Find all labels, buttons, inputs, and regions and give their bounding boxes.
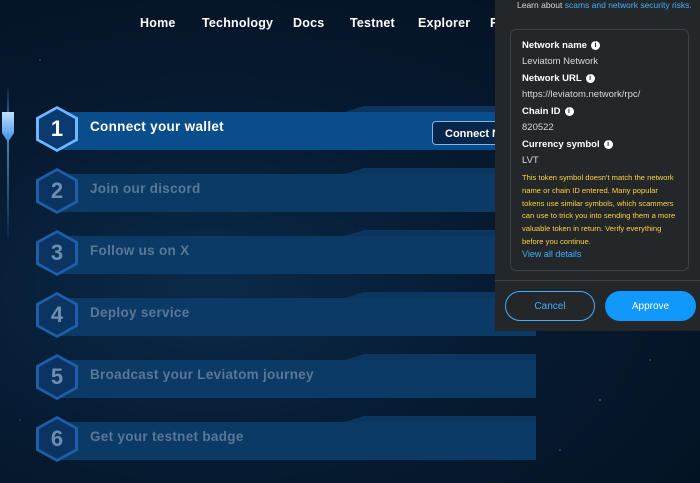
step-label: Deploy service bbox=[90, 305, 190, 320]
token-symbol-warning: This token symbol doesn't match the netw… bbox=[522, 173, 676, 246]
network-url-value: https://leviatom.network/rpc/ bbox=[522, 89, 641, 100]
nav-docs[interactable]: Docs bbox=[293, 16, 324, 30]
nav-explorer[interactable]: Explorer bbox=[418, 16, 470, 30]
cancel-button[interactable]: Cancel bbox=[505, 291, 595, 321]
chain-id-value: 820522 bbox=[522, 122, 554, 133]
step-number: 3 bbox=[39, 233, 75, 273]
currency-symbol-label: Currency symbol i bbox=[522, 139, 613, 150]
step-label: Follow us on X bbox=[90, 243, 190, 258]
network-name-label: Network name i bbox=[522, 40, 600, 51]
step-label: Connect your wallet bbox=[90, 119, 224, 134]
info-icon[interactable]: i bbox=[585, 74, 595, 83]
step-band-edge bbox=[58, 292, 536, 298]
network-details-card: Network name i Leviatom Network Network U… bbox=[510, 29, 689, 271]
step-number: 4 bbox=[39, 295, 75, 335]
security-notice-text: Learn about bbox=[517, 0, 565, 10]
step-number: 5 bbox=[39, 357, 75, 397]
security-notice: Learn about scams and network security r… bbox=[517, 0, 692, 10]
step-number: 6 bbox=[39, 419, 75, 459]
step-join-discord[interactable]: 2 Join our discord bbox=[0, 168, 536, 226]
approve-button[interactable]: Approve bbox=[605, 291, 696, 321]
step-testnet-badge[interactable]: 6 Get your testnet badge bbox=[0, 416, 536, 474]
step-label: Broadcast your Leviatom journey bbox=[90, 367, 314, 382]
nav-testnet[interactable]: Testnet bbox=[350, 16, 395, 30]
network-url-label: Network URL i bbox=[522, 73, 595, 84]
step-band-edge bbox=[58, 168, 536, 174]
wallet-add-network-panel: Learn about scams and network security r… bbox=[495, 0, 700, 331]
step-number: 1 bbox=[39, 109, 75, 149]
view-all-details-link[interactable]: View all details bbox=[522, 249, 581, 259]
network-name-value: Leviatom Network bbox=[522, 56, 599, 67]
step-band-edge bbox=[58, 354, 536, 360]
divider bbox=[495, 280, 700, 281]
step-band-edge bbox=[58, 106, 536, 112]
step-band-edge bbox=[58, 416, 536, 422]
step-deploy-service[interactable]: 4 Deploy service bbox=[0, 292, 536, 350]
step-broadcast-journey[interactable]: 5 Broadcast your Leviatom journey bbox=[0, 354, 536, 412]
chain-id-label: Chain ID i bbox=[522, 106, 574, 117]
step-number: 2 bbox=[39, 171, 75, 211]
step-follow-x[interactable]: 3 Follow us on X bbox=[0, 230, 536, 288]
step-label: Get your testnet badge bbox=[90, 429, 244, 444]
info-icon[interactable]: i bbox=[603, 140, 613, 149]
security-risks-link[interactable]: scams and network security risks. bbox=[565, 0, 692, 10]
nav-home[interactable]: Home bbox=[140, 16, 176, 30]
step-band-edge bbox=[58, 230, 536, 236]
currency-symbol-value: LVT bbox=[522, 155, 539, 166]
info-icon[interactable]: i bbox=[590, 41, 600, 50]
info-icon[interactable]: i bbox=[564, 107, 574, 116]
step-label: Join our discord bbox=[90, 181, 201, 196]
nav-technology[interactable]: Technology bbox=[202, 16, 273, 30]
